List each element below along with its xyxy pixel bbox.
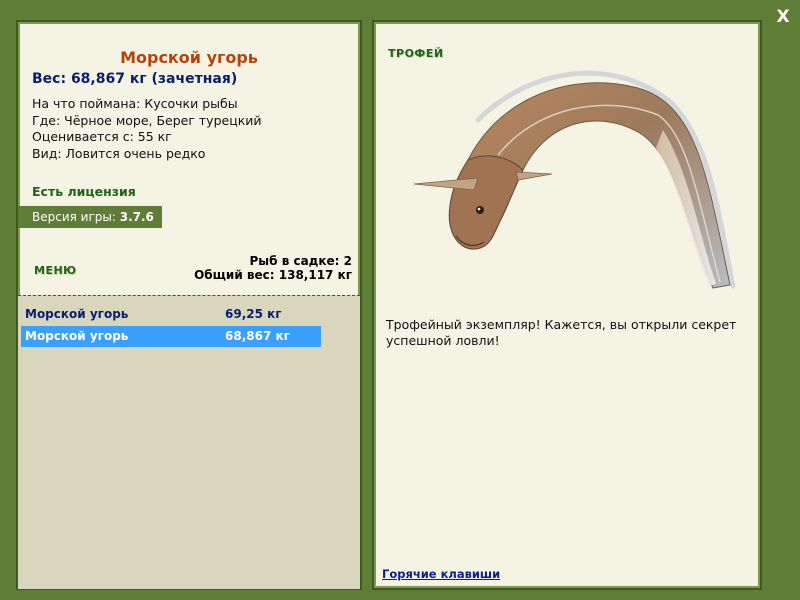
fish-name-title: Морской угорь (120, 48, 258, 67)
trophy-panel: ТРОФЕЙ Трофейный экземпляр! Кажется, вы … (372, 20, 762, 590)
rarity-info: Вид: Ловится очень редко (32, 145, 206, 161)
catch-name: Морской угорь (25, 307, 129, 321)
license-status: Есть лицензия (32, 184, 136, 199)
fish-info-panel: Морской угорь Вес: 68,867 кг (зачетная) … (16, 20, 362, 590)
trophy-label: ТРОФЕЙ (388, 47, 444, 60)
catch-weight: 69,25 кг (225, 307, 282, 321)
conger-eel-image (413, 70, 736, 289)
catch-list-item[interactable]: Морской угорь 69,25 кг (21, 304, 321, 325)
close-button[interactable]: X (772, 6, 794, 28)
hotkeys-link[interactable]: Горячие клавиши (382, 567, 500, 581)
catch-list: Морской угорь 69,25 кг Морской угорь 68,… (18, 295, 360, 589)
fish-details: На что поймана: Кусочки рыбы Где: Чёрное… (32, 96, 262, 162)
location-info: Где: Чёрное море, Берег турецкий (32, 112, 262, 128)
fish-count: Рыб в садке: 2 (249, 254, 353, 268)
keepnet-stats: Рыб в садке: 2 Общий вес: 138,117 кг (194, 254, 352, 282)
catch-list-item-selected[interactable]: Морской угорь 68,867 кг (21, 326, 321, 347)
menu-button[interactable]: МЕНЮ (34, 264, 77, 277)
version-number: 3.7.6 (119, 210, 154, 224)
total-weight: Общий вес: 138,117 кг (194, 268, 352, 282)
fish-weight: Вес: 68,867 кг (зачетная) (32, 71, 238, 87)
catch-name: Морской угорь (25, 329, 129, 343)
game-version: Версия игры: 3.7.6 (18, 206, 162, 228)
bait-info: На что поймана: Кусочки рыбы (32, 96, 238, 111)
trophy-description: Трофейный экземпляр! Кажется, вы открыли… (386, 317, 737, 348)
catch-weight: 68,867 кг (225, 329, 290, 343)
version-label: Версия игры: (32, 210, 120, 224)
trophy-threshold-info: Оценивается с: 55 кг (32, 129, 172, 144)
